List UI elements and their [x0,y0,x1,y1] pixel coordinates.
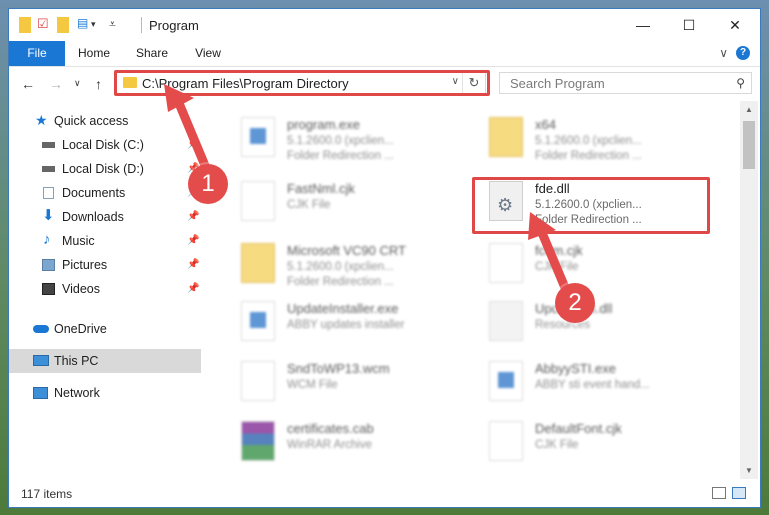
callout-badge-1: 1 [188,164,228,204]
callout-arrows [164,84,571,295]
arrow-1 [171,91,211,173]
arrow-2 [535,223,571,295]
callout-badge-2: 2 [555,283,595,323]
